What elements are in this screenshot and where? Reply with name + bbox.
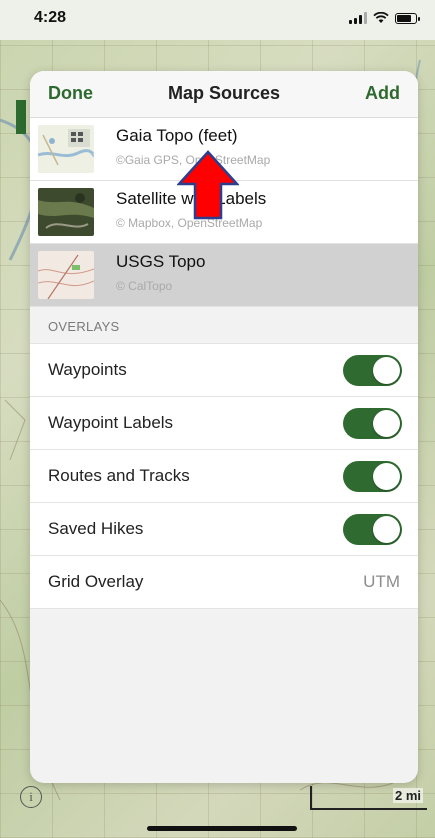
waypoint-labels-toggle[interactable] [343,408,402,439]
map-scale-bar: 2 mi [310,786,427,810]
status-time: 4:28 [34,9,67,26]
overlay-row-saved-hikes: Saved Hikes [30,502,418,555]
overlay-label: Saved Hikes [48,519,144,538]
overlay-label: Routes and Tracks [48,466,190,485]
map-source-usgs-topo[interactable]: USGS Topo © CalTopo [30,244,418,307]
grid-overlay-value: UTM [363,572,400,591]
red-up-arrow-annotation [177,150,239,220]
overlay-row-routes-tracks: Routes and Tracks [30,449,418,502]
status-bar: 4:28 [0,0,435,40]
battery-icon [395,12,420,24]
gaia-topo-thumbnail [38,125,94,173]
overlay-label: Grid Overlay [48,572,144,591]
cellular-signal-icon [349,12,367,24]
wifi-icon [373,12,389,23]
sheet-header: Done Map Sources Add [30,71,418,118]
source-name: USGS Topo [116,252,206,271]
overlay-row-grid-overlay[interactable]: Grid Overlay UTM [30,555,418,609]
scale-label: 2 mi [392,788,423,803]
satellite-thumbnail [38,188,94,236]
info-icon[interactable]: i [20,786,42,808]
usgs-topo-thumbnail [38,251,94,299]
home-indicator[interactable] [147,826,297,831]
overlay-row-waypoints: Waypoints [30,343,418,396]
source-name: Gaia Topo (feet) [116,126,238,145]
routes-tracks-toggle[interactable] [343,461,402,492]
status-icons [349,12,420,24]
overlay-label: Waypoints [48,360,127,379]
add-button[interactable]: Add [365,83,400,104]
waypoints-toggle[interactable] [343,355,402,386]
overlays-section-label: OVERLAYS [30,307,418,343]
saved-hikes-toggle[interactable] [343,514,402,545]
overlay-label: Waypoint Labels [48,413,174,432]
source-credit: © CalTopo [116,279,173,293]
sheet-title: Map Sources [167,83,281,103]
overlay-row-waypoint-labels: Waypoint Labels [30,396,418,449]
